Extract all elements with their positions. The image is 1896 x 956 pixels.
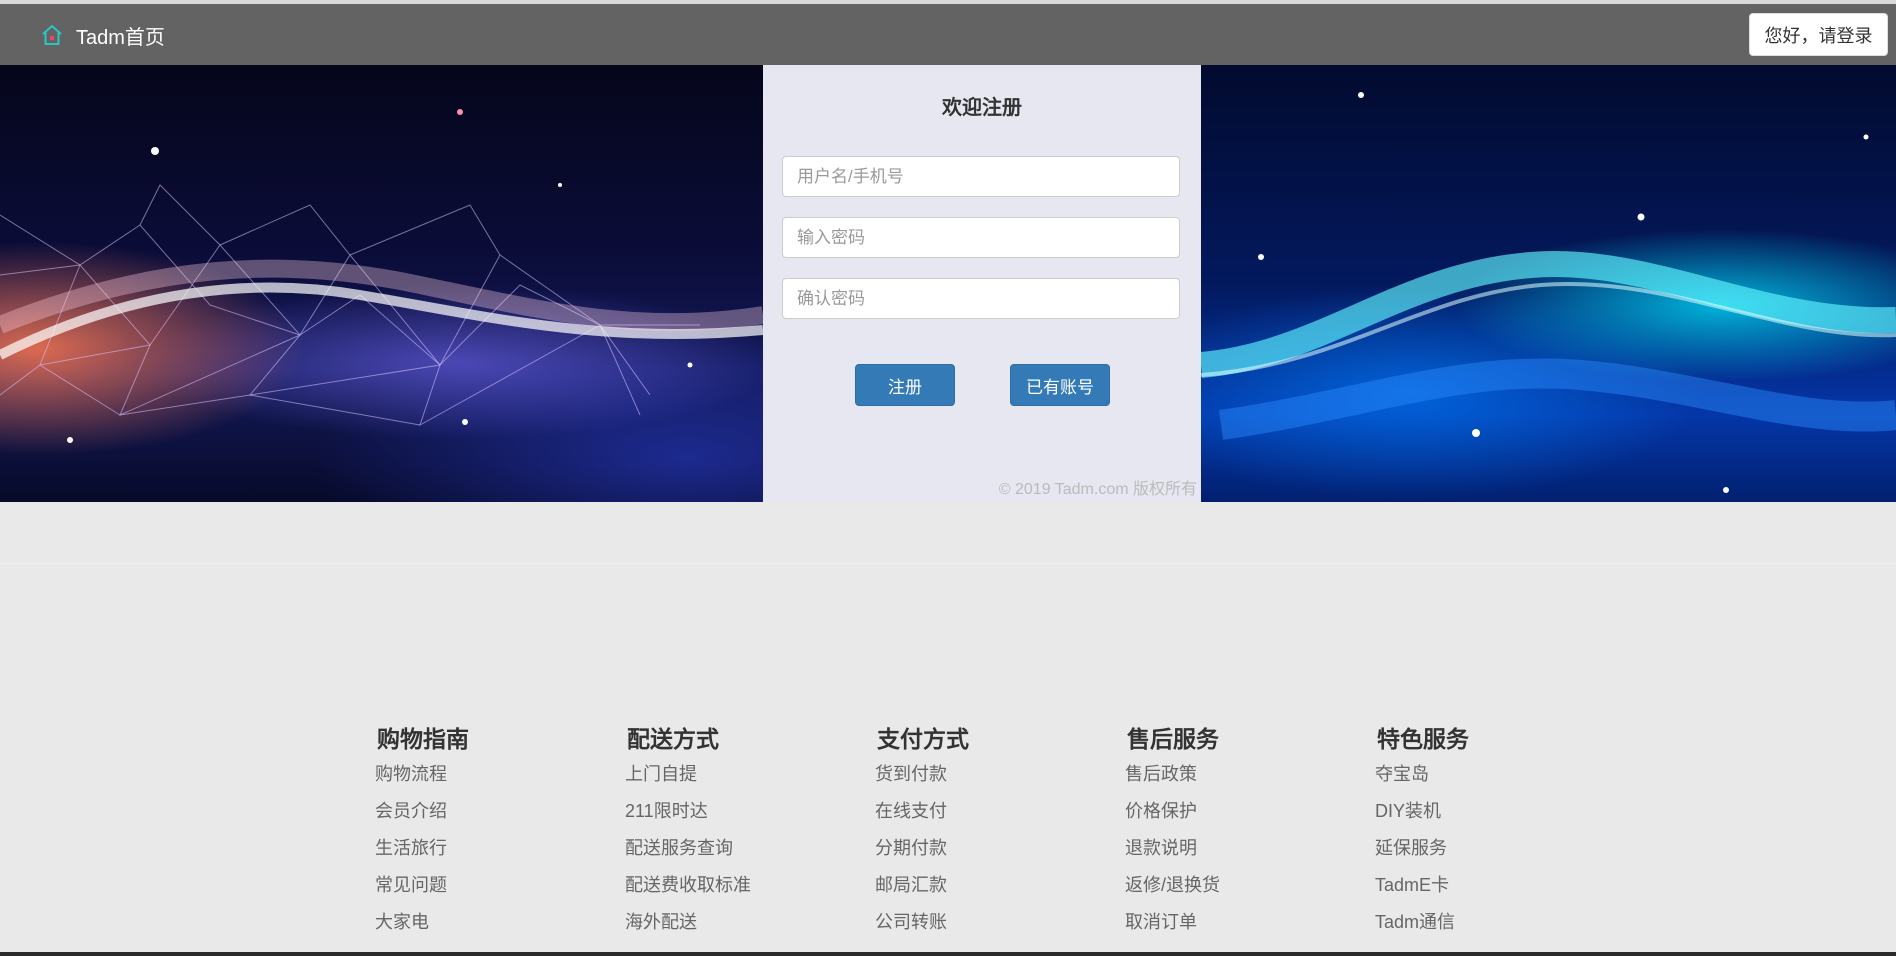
banner-image-right <box>1201 65 1896 502</box>
footer-link[interactable]: 大家电 <box>375 904 469 941</box>
footer-link[interactable]: TadmE卡 <box>1375 867 1469 904</box>
home-icon <box>42 25 62 45</box>
footer-link[interactable]: 会员介绍 <box>375 793 469 830</box>
footer-link[interactable]: 取消订单 <box>1125 904 1220 941</box>
confirm-password-input[interactable] <box>782 278 1180 319</box>
footer-link[interactable]: 配送服务查询 <box>625 830 751 867</box>
footer-link[interactable]: Tadm通信 <box>1375 904 1469 941</box>
footer-link[interactable]: 货到付款 <box>875 756 969 793</box>
register-title: 欢迎注册 <box>942 97 1022 119</box>
footer-column-delivery: 配送方式 上门自提 211限时达 配送服务查询 配送费收取标准 海外配送 <box>625 722 751 941</box>
footer-column-title: 售后服务 <box>1127 726 1219 752</box>
footer-link[interactable]: 211限时达 <box>625 793 751 830</box>
footer-link[interactable]: DIY装机 <box>1375 793 1469 830</box>
footer-link[interactable]: 上门自提 <box>625 756 751 793</box>
section-divider <box>0 563 1896 564</box>
footer-link[interactable]: 返修/退换货 <box>1125 867 1220 904</box>
footer-column-title: 特色服务 <box>1377 726 1469 752</box>
footer-column-title: 购物指南 <box>377 726 469 752</box>
footer-column-special-services: 特色服务 夺宝岛 DIY装机 延保服务 TadmE卡 Tadm通信 <box>1375 722 1469 941</box>
footer-link[interactable]: 退款说明 <box>1125 830 1220 867</box>
footer-column-title: 配送方式 <box>627 726 719 752</box>
footer-link[interactable]: 配送费收取标准 <box>625 867 751 904</box>
login-button[interactable]: 您好，请登录 <box>1749 13 1888 56</box>
footer-link[interactable]: 邮局汇款 <box>875 867 969 904</box>
home-link-label: Tadm首页 <box>76 26 165 49</box>
have-account-button[interactable]: 已有账号 <box>1010 364 1110 406</box>
footer-link[interactable]: 生活旅行 <box>375 830 469 867</box>
footer-link[interactable]: 购物流程 <box>375 756 469 793</box>
banner-image-left <box>0 65 763 502</box>
home-link[interactable]: Tadm首页 <box>40 23 165 49</box>
username-input[interactable] <box>782 156 1180 197</box>
register-button[interactable]: 注册 <box>855 364 955 406</box>
footer-column-after-sales: 售后服务 售后政策 价格保护 退款说明 返修/退换货 取消订单 <box>1125 722 1220 941</box>
footer-link[interactable]: 夺宝岛 <box>1375 756 1469 793</box>
register-panel: 欢迎注册 注册 已有账号 © 2019 Tadm.com 版权所有 <box>763 65 1201 502</box>
footer-link[interactable]: 海外配送 <box>625 904 751 941</box>
footer-link[interactable]: 公司转账 <box>875 904 969 941</box>
footer-link[interactable]: 价格保护 <box>1125 793 1220 830</box>
copyright-text: © 2019 Tadm.com 版权所有 <box>998 481 1197 498</box>
footer-column-title: 支付方式 <box>877 726 969 752</box>
bottom-border <box>0 952 1896 956</box>
password-input[interactable] <box>782 217 1180 258</box>
footer-column-payment: 支付方式 货到付款 在线支付 分期付款 邮局汇款 公司转账 <box>875 722 969 941</box>
footer-column-shopping-guide: 购物指南 购物流程 会员介绍 生活旅行 常见问题 大家电 <box>375 722 469 941</box>
footer-link[interactable]: 延保服务 <box>1375 830 1469 867</box>
footer-link[interactable]: 在线支付 <box>875 793 969 830</box>
footer-link[interactable]: 分期付款 <box>875 830 969 867</box>
top-nav-bar: Tadm首页 您好，请登录 <box>0 4 1896 65</box>
footer-link[interactable]: 常见问题 <box>375 867 469 904</box>
footer-link[interactable]: 售后政策 <box>1125 756 1220 793</box>
